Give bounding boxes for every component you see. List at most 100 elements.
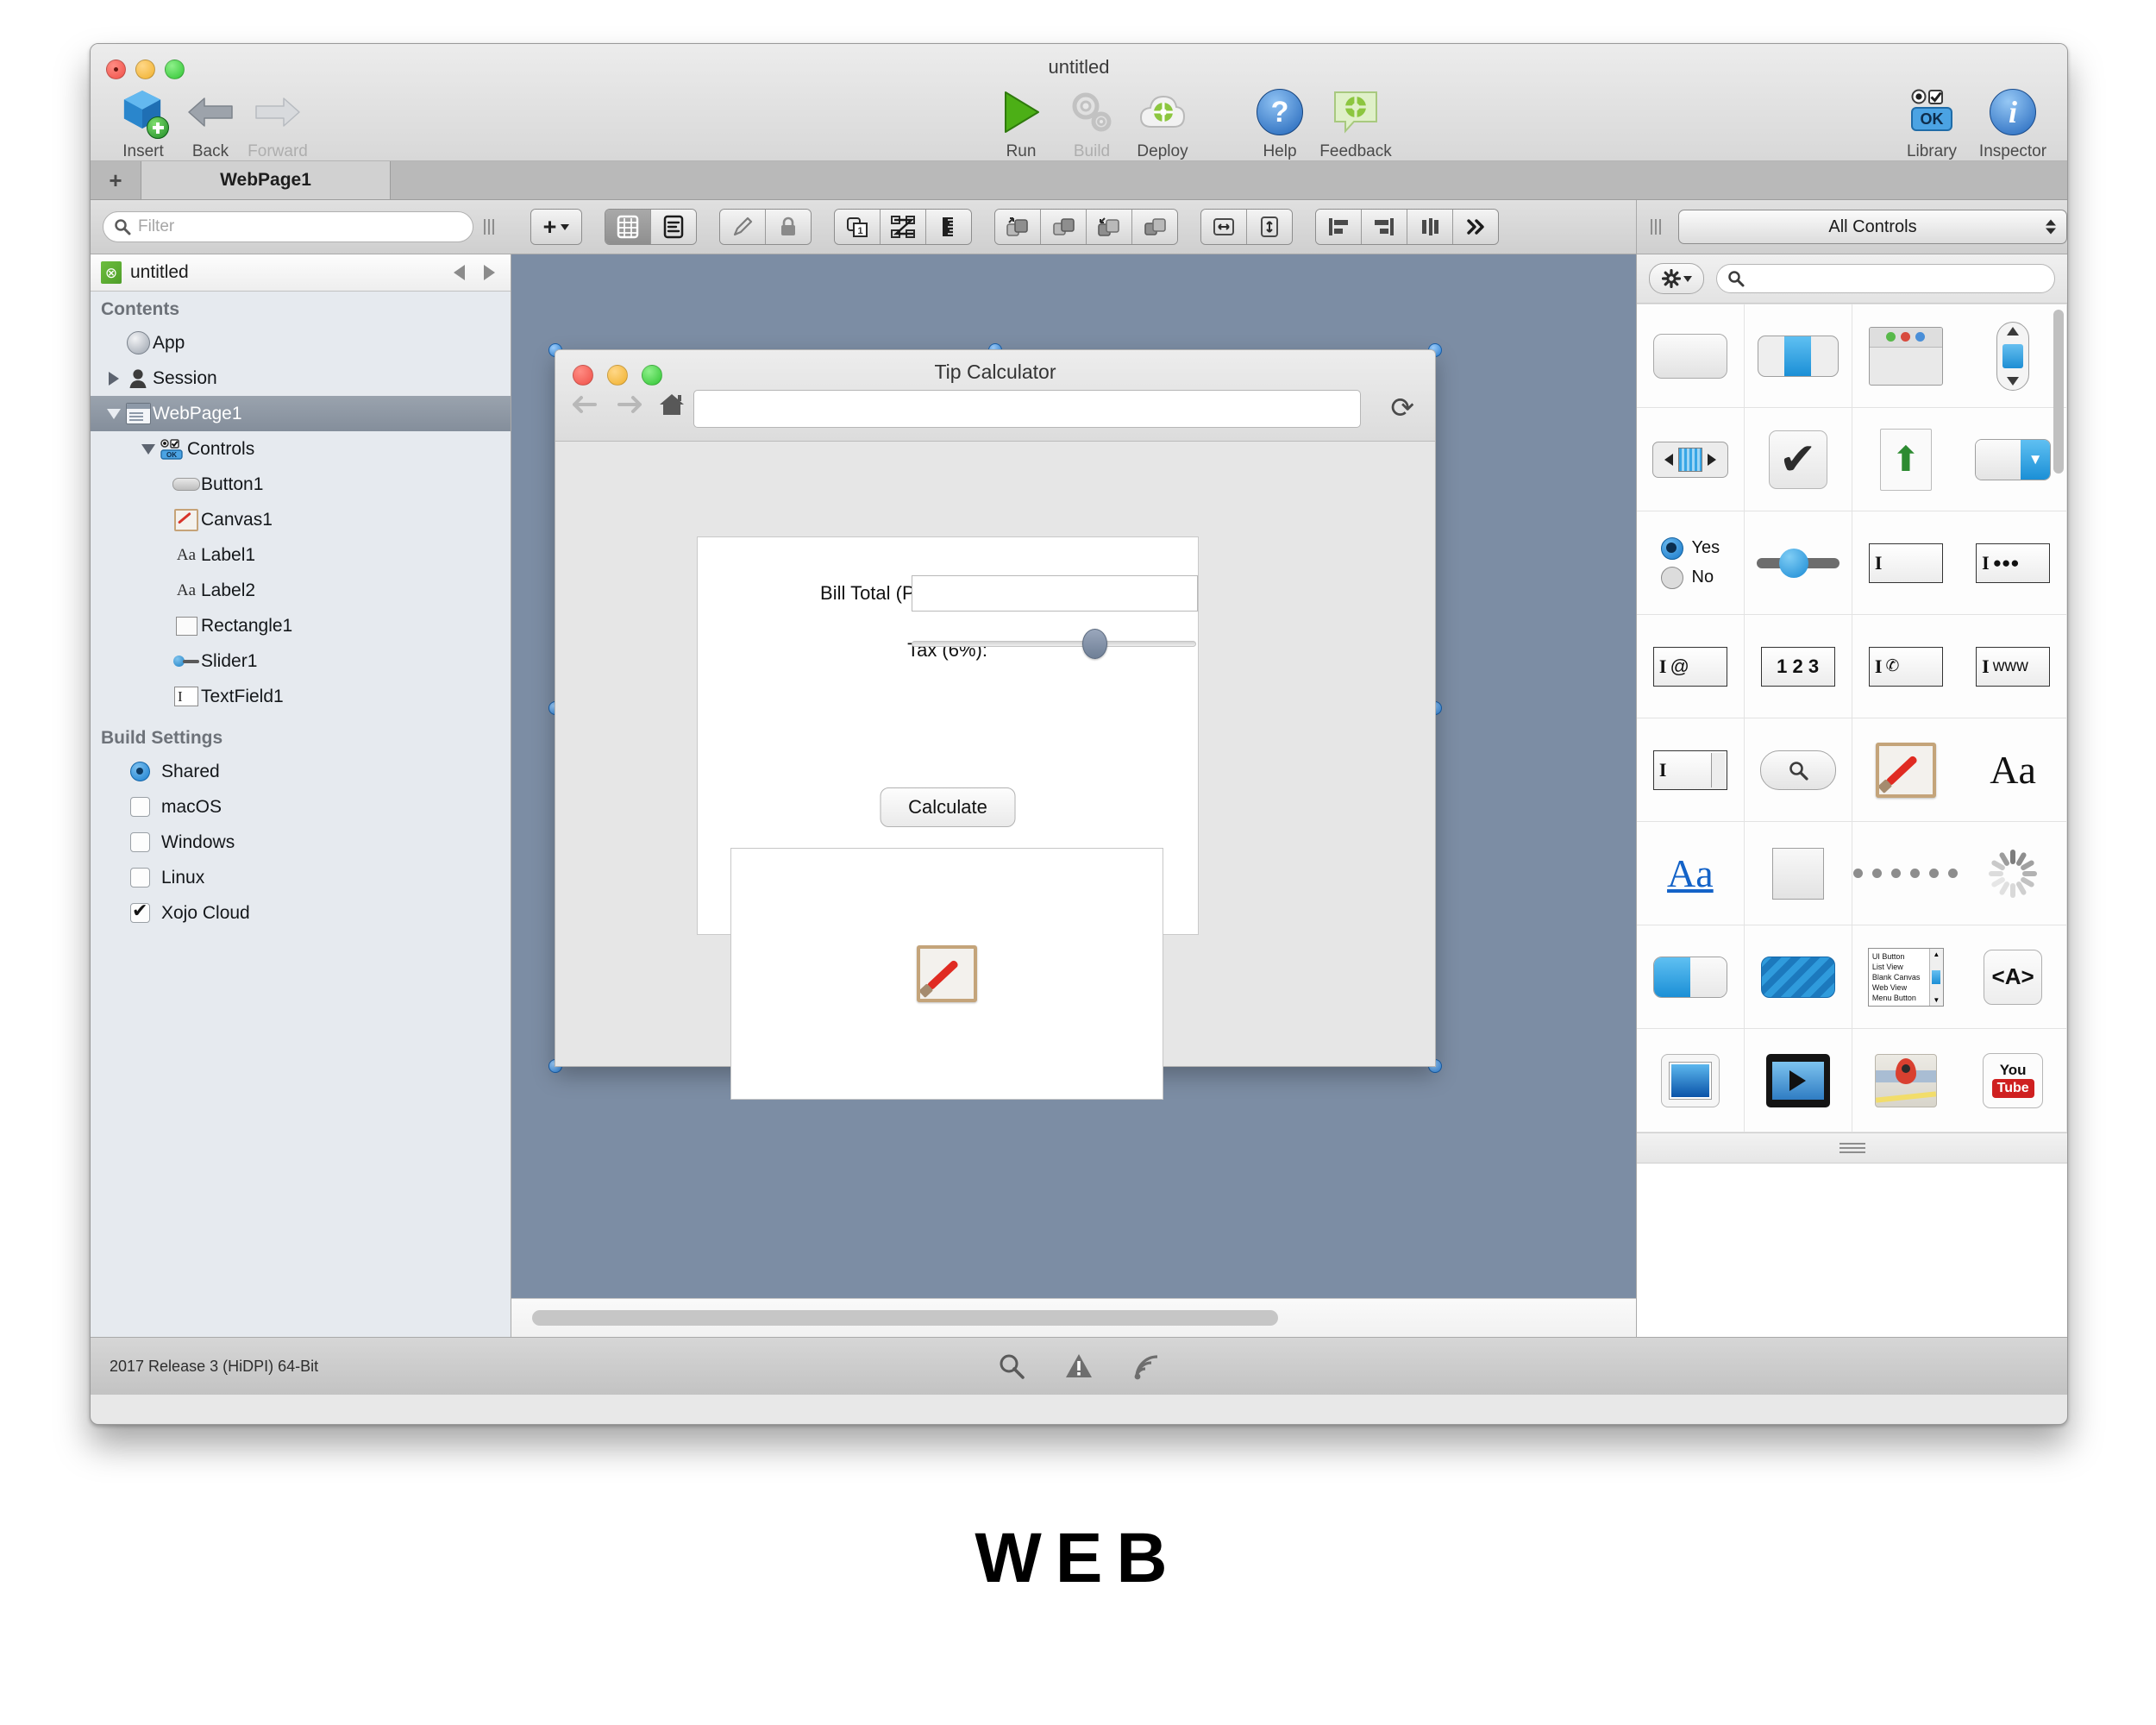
- disclosure-down-icon[interactable]: [104, 408, 123, 419]
- tree-item-label1[interactable]: Aa Label1: [91, 537, 511, 573]
- toolbar-deploy-button[interactable]: Deploy: [1129, 85, 1196, 161]
- resize-vertical-icon[interactable]: [1247, 210, 1292, 244]
- disclosure-right-icon[interactable]: [104, 371, 123, 386]
- align-left-icon[interactable]: [1316, 210, 1362, 244]
- library-item-urlfield[interactable]: Iwww: [1959, 615, 2067, 718]
- build-setting-windows[interactable]: Windows: [91, 825, 511, 860]
- design-canvas[interactable]: Tip Calculator ⟳ Bill Total (Post-Tax): …: [511, 254, 1636, 1298]
- library-item-separator[interactable]: [1852, 822, 1960, 925]
- library-item-fileuploader[interactable]: ⬆: [1852, 408, 1960, 511]
- library-item-textfield[interactable]: I: [1852, 511, 1960, 615]
- library-item-canvas[interactable]: [1852, 718, 1960, 822]
- canvas1-area[interactable]: [730, 848, 1163, 1100]
- checkbox-icon[interactable]: [130, 797, 150, 817]
- page-number-icon[interactable]: 1: [835, 210, 881, 244]
- tab-webpage1[interactable]: WebPage1: [141, 161, 391, 199]
- disclosure-down-icon[interactable]: [139, 443, 158, 455]
- toolbar-library-button[interactable]: OK Library: [1898, 85, 1965, 161]
- library-item-emailfield[interactable]: I @: [1637, 615, 1745, 718]
- bill-total-input[interactable]: [912, 575, 1198, 612]
- build-setting-linux[interactable]: Linux: [91, 860, 511, 895]
- search-icon[interactable]: [997, 1352, 1026, 1381]
- tree-item-textfield1[interactable]: TextField1: [91, 679, 511, 714]
- warning-triangle-icon[interactable]: [1064, 1352, 1094, 1381]
- library-item-segmented[interactable]: [1744, 304, 1852, 408]
- library-search-input[interactable]: [1716, 264, 2055, 293]
- library-item-movieplayer[interactable]: [1744, 1029, 1852, 1132]
- library-item-button[interactable]: [1637, 304, 1745, 408]
- library-item-phonefield[interactable]: I ✆: [1852, 615, 1960, 718]
- library-item-radiogroup[interactable]: Yes No: [1637, 511, 1745, 615]
- tree-item-webpage1[interactable]: WebPage1: [91, 396, 511, 431]
- tax-slider[interactable]: [912, 628, 1196, 659]
- library-item-link[interactable]: Aa: [1637, 822, 1745, 925]
- library-item-rectangle[interactable]: [1744, 822, 1852, 925]
- resize-horizontal-icon[interactable]: [1201, 210, 1247, 244]
- library-resize-grip[interactable]: [1651, 219, 1666, 235]
- toolbar-back-button[interactable]: Back: [177, 85, 244, 161]
- grid-view-icon[interactable]: [605, 210, 651, 244]
- lock-icon[interactable]: [766, 210, 811, 244]
- list-view-icon[interactable]: [651, 210, 696, 244]
- tree-item-slider1[interactable]: Slider1: [91, 643, 511, 679]
- rectangle1-panel[interactable]: Bill Total (Post-Tax): Tax (6%): Calcula…: [697, 536, 1199, 1100]
- send-backward-icon[interactable]: [1087, 210, 1132, 244]
- library-item-textarea[interactable]: I: [1637, 718, 1745, 822]
- browser-back-icon[interactable]: [571, 392, 600, 417]
- toolbar-run-button[interactable]: Run: [987, 85, 1055, 161]
- library-item-popupmenu[interactable]: ▼: [1959, 408, 2067, 511]
- ruler-icon[interactable]: [926, 210, 971, 244]
- checkbox-checked-icon[interactable]: [130, 900, 150, 923]
- library-item-passwordfield[interactable]: I ●●●: [1959, 511, 2067, 615]
- broadcast-icon[interactable]: [1131, 1352, 1161, 1381]
- library-item-progresswheel[interactable]: [1959, 822, 2067, 925]
- horizontal-scrollbar[interactable]: [511, 1298, 1636, 1337]
- tree-item-session[interactable]: Session: [91, 361, 511, 396]
- toolbar-inspector-button[interactable]: i Inspector: [1979, 85, 2046, 161]
- sidebar-resize-grip[interactable]: [484, 219, 499, 235]
- library-item-youtubeviewer[interactable]: You Tube: [1959, 1029, 2067, 1132]
- toolbar-forward-button[interactable]: Forward: [244, 85, 311, 161]
- tree-item-app[interactable]: App: [91, 325, 511, 361]
- radio-icon[interactable]: [130, 762, 150, 781]
- browser-forward-icon[interactable]: [614, 392, 643, 417]
- scrollbar-thumb[interactable]: [532, 1310, 1278, 1326]
- tab-order-icon[interactable]: [881, 210, 926, 244]
- nav-back-icon[interactable]: [454, 265, 465, 280]
- library-item-toolbar[interactable]: [1852, 304, 1960, 408]
- tree-item-button1[interactable]: Button1: [91, 467, 511, 502]
- add-tab-button[interactable]: +: [91, 161, 141, 199]
- library-item-listbox[interactable]: UI Button List View Blank Canvas Web Vie…: [1852, 925, 1960, 1029]
- tip-calculator-preview[interactable]: Tip Calculator ⟳ Bill Total (Post-Tax): …: [555, 349, 1436, 1100]
- gear-dropdown-icon[interactable]: [1649, 263, 1704, 294]
- pencil-icon[interactable]: [720, 210, 766, 244]
- bring-front-icon[interactable]: [1041, 210, 1087, 244]
- toolbar-insert-button[interactable]: Insert: [110, 85, 177, 161]
- library-item-mapviewer[interactable]: [1852, 1029, 1960, 1132]
- library-item-imageview[interactable]: [1637, 1029, 1745, 1132]
- reload-icon[interactable]: ⟳: [1390, 393, 1414, 422]
- library-scrollbar-thumb[interactable]: [2053, 310, 2064, 474]
- library-item-slider[interactable]: [1744, 511, 1852, 615]
- more-chevrons-icon[interactable]: [1453, 210, 1498, 244]
- build-setting-macos[interactable]: macOS: [91, 789, 511, 825]
- preview-url-input[interactable]: [693, 390, 1361, 428]
- library-item-hslider[interactable]: [1637, 408, 1745, 511]
- calculate-button[interactable]: Calculate: [880, 787, 1016, 827]
- library-item-progressbar[interactable]: [1637, 925, 1745, 1029]
- tree-item-label2[interactable]: Aa Label2: [91, 573, 511, 608]
- library-category-select[interactable]: All Controls: [1678, 210, 2067, 244]
- library-item-label[interactable]: Aa: [1959, 718, 2067, 822]
- bring-forward-icon[interactable]: [995, 210, 1041, 244]
- slider-knob[interactable]: [1082, 628, 1107, 659]
- filter-input[interactable]: Filter: [103, 211, 473, 242]
- home-icon[interactable]: [657, 392, 686, 417]
- library-item-scrollbar[interactable]: [1959, 304, 2067, 408]
- build-setting-shared[interactable]: Shared: [91, 754, 511, 789]
- build-setting-xojo-cloud[interactable]: Xojo Cloud: [91, 895, 511, 931]
- library-item-searchfield[interactable]: [1744, 718, 1852, 822]
- library-item-numberfield[interactable]: 1 2 3: [1744, 615, 1852, 718]
- toolbar-build-button[interactable]: Build: [1058, 85, 1125, 161]
- tree-item-controls[interactable]: OK Controls: [91, 431, 511, 467]
- add-control-button[interactable]: +: [531, 210, 581, 244]
